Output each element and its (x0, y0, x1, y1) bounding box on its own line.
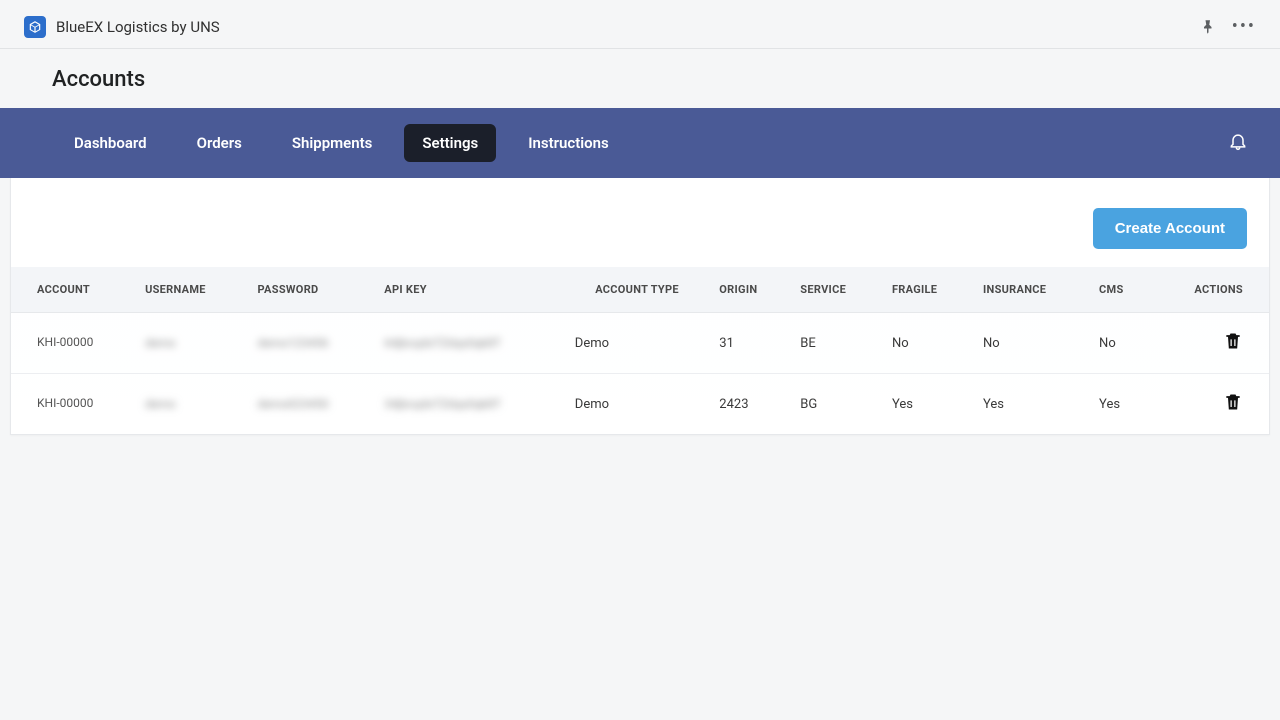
cell-origin: 31 (709, 313, 790, 374)
cell-origin: 2423 (709, 374, 790, 435)
tab-orders[interactable]: Orders (179, 124, 260, 162)
tab-instructions[interactable]: Instructions (510, 124, 627, 162)
col-insurance: INSURANCE (973, 267, 1089, 313)
col-account: ACCOUNT (11, 267, 135, 313)
cell-fragile: No (882, 313, 973, 374)
notification-bell-icon[interactable] (1228, 131, 1248, 155)
col-origin: ORIGIN (709, 267, 790, 313)
page-title: Accounts (0, 49, 1280, 108)
cell-username: demo (135, 313, 247, 374)
more-icon[interactable]: ••• (1232, 18, 1256, 36)
delete-icon[interactable] (1223, 331, 1243, 351)
cell-account-type: Demo (565, 313, 709, 374)
cell-account: KHI-00000 (11, 374, 135, 435)
app-bar-left: BlueEX Logistics by UNS (24, 16, 220, 38)
col-account-type: ACCOUNT TYPE (565, 267, 709, 313)
app-title: BlueEX Logistics by UNS (56, 18, 220, 36)
cell-api-key: 34jbcqdsTZdqs0qk8T (374, 374, 565, 435)
tab-settings[interactable]: Settings (404, 124, 496, 162)
cell-service: BE (790, 313, 882, 374)
nav-bar: Dashboard Orders Shippments Settings Instruc… (0, 108, 1280, 178)
app-logo-icon (24, 16, 46, 38)
tab-shippments[interactable]: Shippments (274, 124, 391, 162)
cell-username: demo (135, 374, 247, 435)
app-bar-right: ••• (1198, 18, 1256, 36)
cell-service: BG (790, 374, 882, 435)
app-bar: BlueEX Logistics by UNS ••• (0, 10, 1280, 49)
cell-insurance: No (973, 313, 1089, 374)
cell-cms: Yes (1089, 374, 1151, 435)
card-toolbar: Create Account (11, 178, 1269, 267)
cell-actions (1151, 313, 1269, 374)
cell-cms: No (1089, 313, 1151, 374)
col-actions: ACTIONS (1151, 267, 1269, 313)
col-service: SERVICE (790, 267, 882, 313)
tab-dashboard[interactable]: Dashboard (56, 124, 165, 162)
col-password: PASSWORD (248, 267, 375, 313)
col-username: USERNAME (135, 267, 247, 313)
nav-tabs: Dashboard Orders Shippments Settings Instruc… (56, 124, 627, 162)
cell-account-type: Demo (565, 374, 709, 435)
cell-actions (1151, 374, 1269, 435)
table-header-row: ACCOUNT USERNAME PASSWORD API KEY ACCOUN… (11, 267, 1269, 313)
cell-account: KHI-00000 (11, 313, 135, 374)
cell-password: demo123456 (248, 313, 375, 374)
col-fragile: FRAGILE (882, 267, 973, 313)
create-account-button[interactable]: Create Account (1093, 208, 1247, 249)
accounts-card: Create Account ACCOUNT USERNAME PASSWORD… (10, 178, 1270, 435)
table-row: KHI-00000demodemo12345664jbcqdsTZdqs0qk8… (11, 313, 1269, 374)
table-row: KHI-00000demodemo02345034jbcqdsTZdqs0qk8… (11, 374, 1269, 435)
cell-fragile: Yes (882, 374, 973, 435)
cell-password: demo023450 (248, 374, 375, 435)
col-cms: CMS (1089, 267, 1151, 313)
cell-insurance: Yes (973, 374, 1089, 435)
cell-api-key: 64jbcqdsTZdqs0qk8T (374, 313, 565, 374)
pin-icon[interactable] (1198, 18, 1216, 36)
accounts-table: ACCOUNT USERNAME PASSWORD API KEY ACCOUN… (11, 267, 1269, 434)
col-api-key: API KEY (374, 267, 565, 313)
delete-icon[interactable] (1223, 392, 1243, 412)
